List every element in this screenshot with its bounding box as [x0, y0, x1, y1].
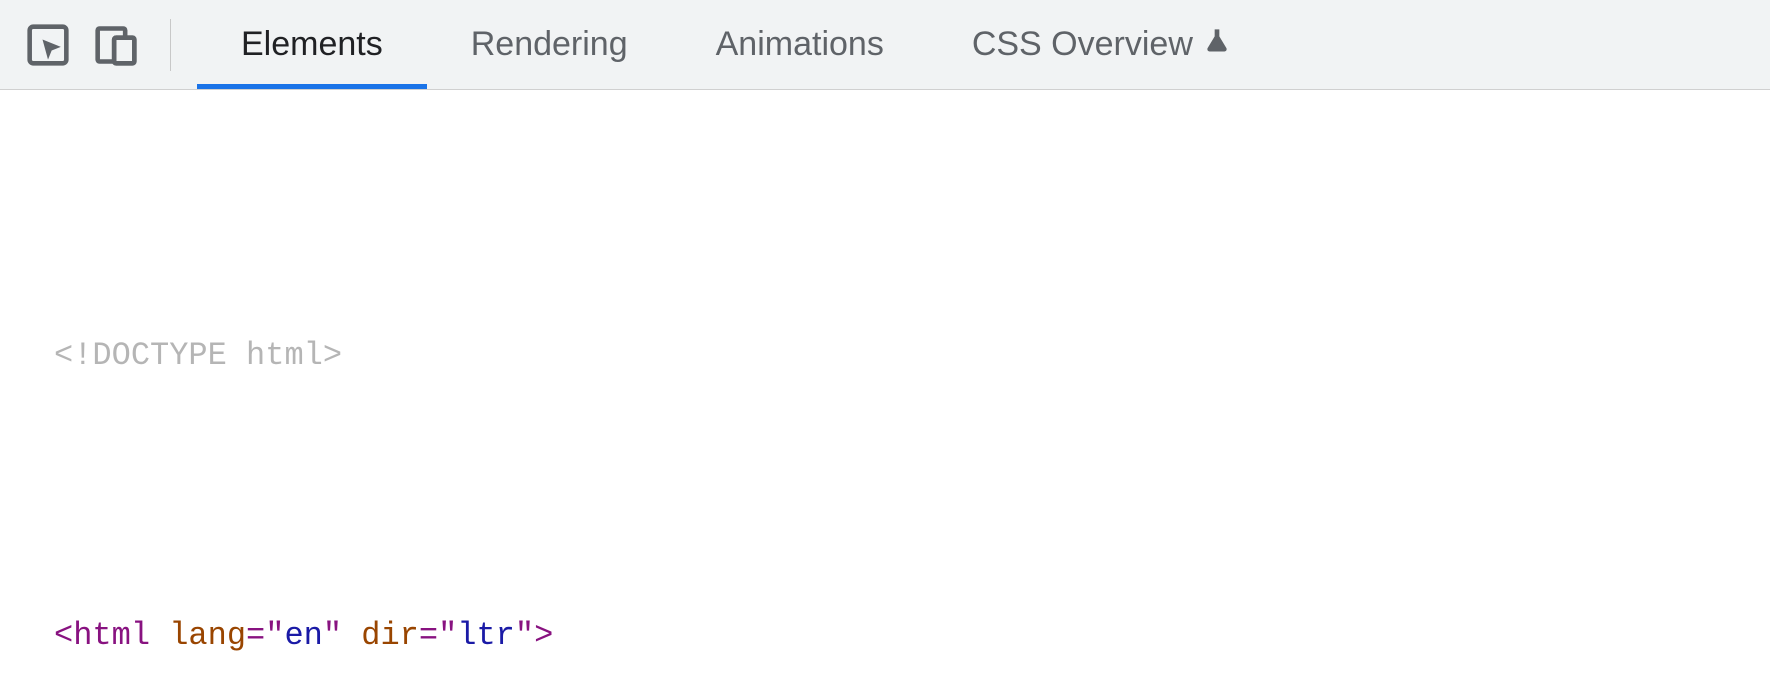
device-toggle-icon[interactable] [86, 15, 146, 75]
dom-node-html-open[interactable]: <html lang="en" dir="ltr"> [0, 608, 1770, 664]
tab-elements[interactable]: Elements [197, 0, 427, 89]
elements-dom-tree[interactable]: <!DOCTYPE html> <html lang="en" dir="ltr… [0, 90, 1770, 682]
inspect-element-icon[interactable] [18, 15, 78, 75]
flask-icon [1203, 25, 1231, 64]
doctype-text: <!DOCTYPE html> [54, 328, 342, 384]
tab-rendering[interactable]: Rendering [427, 0, 672, 89]
tab-css-overview[interactable]: CSS Overview [928, 0, 1275, 89]
tab-css-overview-label: CSS Overview [972, 25, 1193, 64]
devtools-toolbar: Elements Rendering Animations CSS Overvi… [0, 0, 1770, 90]
toolbar-separator [170, 19, 171, 71]
dom-node-doctype[interactable]: <!DOCTYPE html> [0, 328, 1770, 384]
tab-animations[interactable]: Animations [672, 0, 928, 89]
panel-tabs: Elements Rendering Animations CSS Overvi… [197, 0, 1275, 89]
